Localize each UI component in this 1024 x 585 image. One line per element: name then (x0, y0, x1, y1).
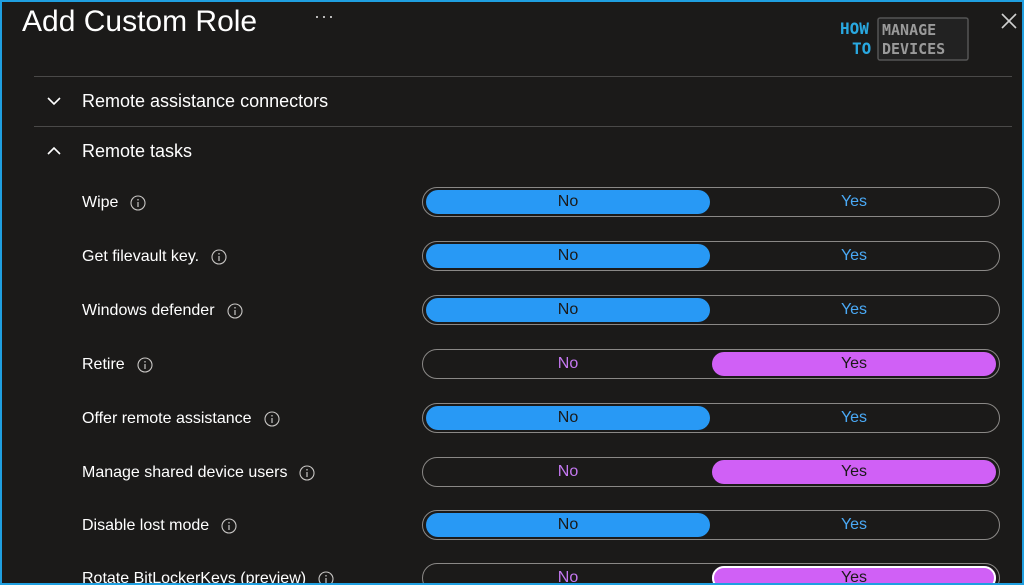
info-icon[interactable] (137, 357, 153, 373)
info-icon[interactable] (130, 195, 147, 211)
permission-row-windows-defender: Windows defender No Yes (2, 295, 1022, 327)
yes-no-toggle: No Yes (422, 510, 1000, 540)
toggle-option-yes[interactable]: Yes (712, 298, 996, 322)
permission-row-get-filevault-key: Get filevault key. No Yes (2, 241, 1022, 273)
info-icon[interactable] (299, 465, 316, 481)
permission-label: Manage shared device users (82, 464, 288, 481)
toggle-option-no[interactable]: No (426, 244, 710, 268)
logo-manage: MANAGE (882, 21, 936, 39)
yes-no-toggle: No Yes (422, 563, 1000, 583)
info-icon[interactable] (211, 249, 227, 265)
toggle-option-yes[interactable]: Yes (712, 406, 996, 430)
toggle-option-no[interactable]: No (426, 190, 710, 214)
how-to-manage-devices-logo: HOW TO MANAGE DEVICES (840, 17, 969, 61)
info-icon[interactable] (221, 518, 237, 534)
yes-no-toggle: No Yes (422, 403, 1000, 433)
yes-no-toggle: No Yes (422, 349, 1000, 379)
divider (34, 76, 1012, 77)
toggle-option-yes[interactable]: Yes (712, 460, 996, 484)
permission-label: Disable lost mode (82, 517, 210, 534)
section-remote-assistance-connectors[interactable]: Remote assistance connectors (46, 86, 328, 116)
yes-no-toggle: No Yes (422, 457, 1000, 487)
toggle-option-yes[interactable]: Yes (712, 190, 996, 214)
toggle-option-yes[interactable]: Yes (712, 513, 996, 537)
more-options-button[interactable]: ··· (314, 6, 335, 27)
section-label: Remote tasks (82, 140, 193, 161)
toggle-option-no[interactable]: No (426, 566, 710, 583)
yes-no-toggle: No Yes (422, 295, 1000, 325)
permission-row-rotate-bitlocker-keys: Rotate BitLockerKeys (preview) No Yes (2, 563, 1022, 585)
logo-devices: DEVICES (882, 40, 945, 58)
permission-label: Windows defender (82, 302, 215, 319)
permission-label: Retire (82, 356, 125, 373)
permission-label: Offer remote assistance (82, 410, 252, 427)
toggle-option-no[interactable]: No (426, 513, 710, 537)
divider (34, 126, 1012, 127)
info-icon[interactable] (264, 411, 280, 427)
permission-label: Wipe (82, 194, 119, 211)
toggle-option-yes[interactable]: Yes (712, 352, 996, 376)
toggle-option-yes[interactable]: Yes (712, 566, 996, 583)
permission-row-offer-remote-assistance: Offer remote assistance No Yes (2, 403, 1022, 435)
toggle-option-no[interactable]: No (426, 352, 710, 376)
chevron-down-icon (47, 97, 61, 106)
section-label: Remote assistance connectors (82, 90, 329, 111)
permission-row-manage-shared-device-users: Manage shared device users No Yes (2, 457, 1022, 489)
info-icon[interactable] (318, 571, 334, 585)
info-icon[interactable] (226, 303, 243, 319)
permission-label: Rotate BitLockerKeys (preview) (82, 570, 307, 585)
yes-no-toggle: No Yes (422, 241, 1000, 271)
permission-label: Get filevault key. (82, 248, 200, 265)
permission-row-retire: Retire No Yes (2, 349, 1022, 381)
add-custom-role-panel: Add Custom Role ··· HOW TO MANAGE DEVICE… (0, 0, 1024, 585)
chevron-up-icon (47, 146, 61, 155)
toggle-option-no[interactable]: No (426, 460, 710, 484)
permission-row-wipe: Wipe No Yes (2, 187, 1022, 219)
close-icon[interactable] (998, 10, 1020, 32)
logo-to: TO (852, 39, 871, 58)
toggle-option-no[interactable]: No (426, 298, 710, 322)
section-remote-tasks[interactable]: Remote tasks (46, 136, 192, 166)
toggle-option-no[interactable]: No (426, 406, 710, 430)
logo-how: HOW (840, 19, 869, 38)
permission-row-disable-lost-mode: Disable lost mode No Yes (2, 510, 1022, 542)
yes-no-toggle: No Yes (422, 187, 1000, 217)
page-title: Add Custom Role (22, 5, 258, 38)
toggle-option-yes[interactable]: Yes (712, 244, 996, 268)
